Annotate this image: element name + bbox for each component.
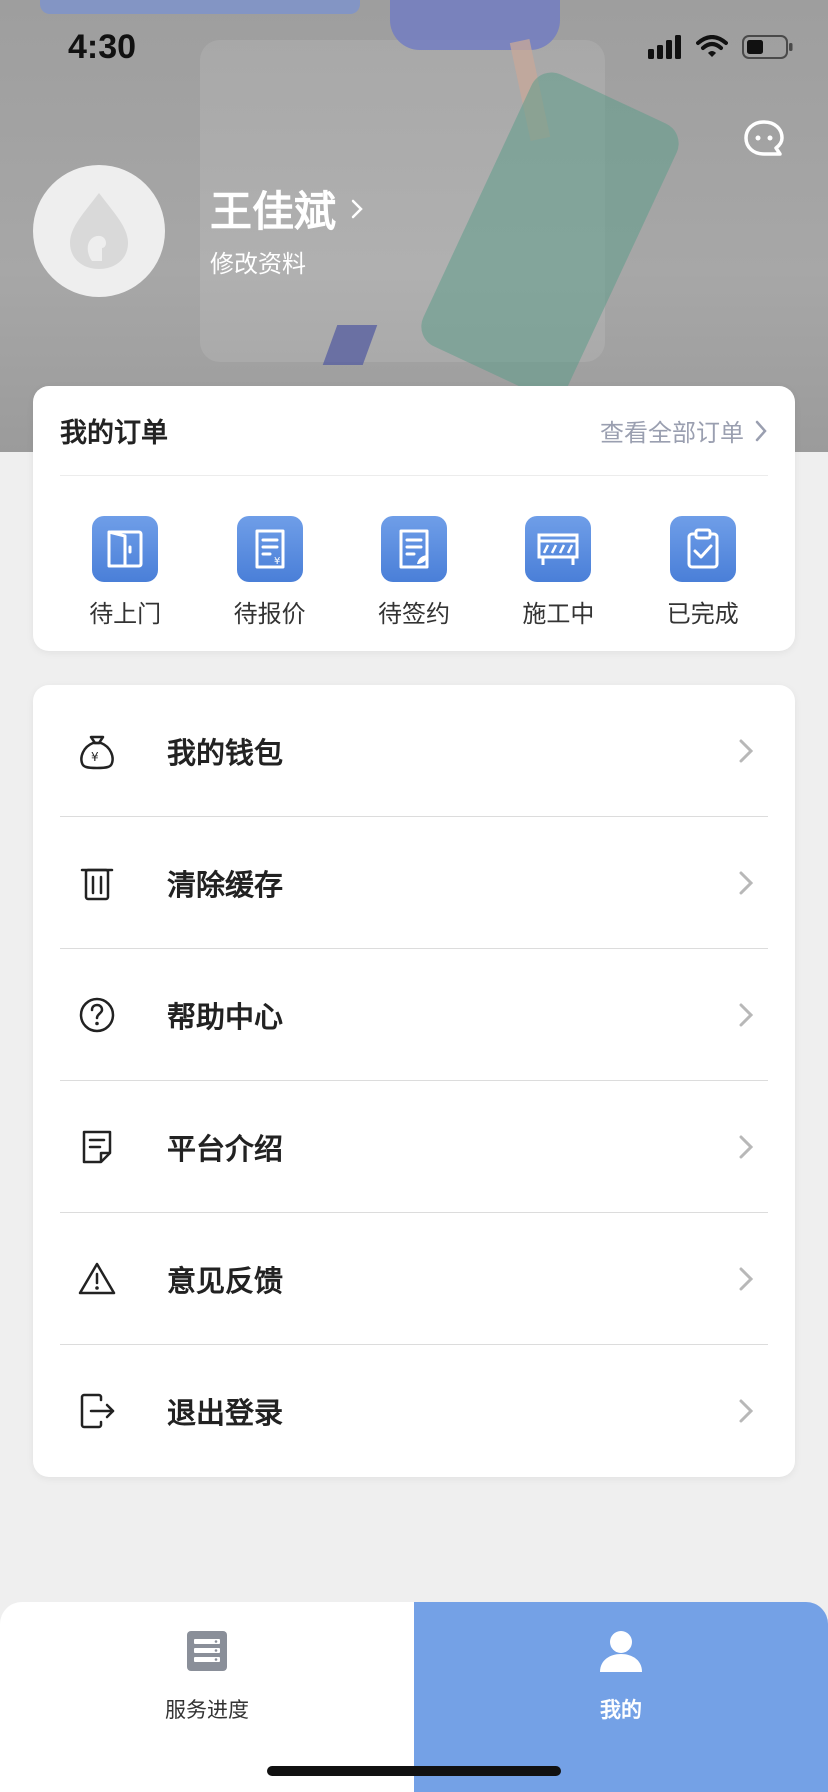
order-status-pending-sign[interactable]: 待签约 [359, 516, 469, 629]
order-status-pending-visit[interactable]: 待上门 [70, 516, 180, 629]
home-indicator [267, 1766, 561, 1776]
menu-item-label: 退出登录 [167, 1396, 284, 1430]
user-icon [598, 1628, 644, 1674]
order-status-label: 待报价 [233, 600, 306, 628]
chat-bubble-icon [744, 120, 784, 156]
order-status-label: 施工中 [522, 600, 595, 628]
menu-item-label: 清除缓存 [167, 867, 284, 902]
question-circle-icon [75, 993, 119, 1037]
wifi-icon [696, 35, 728, 57]
svg-text:¥: ¥ [91, 750, 99, 764]
user-name-link[interactable]: 王佳斌 [210, 178, 364, 239]
my-orders-card: 我的订单 查看全部订单 待上门 ¥ 待报价 待签约 施工中 已完成 [33, 386, 795, 651]
status-bar: 4:30 [0, 0, 828, 100]
menu-item-logout[interactable]: 退出登录 [60, 1345, 768, 1477]
order-status-list: 待上门 ¥ 待报价 待签约 施工中 已完成 [33, 516, 795, 629]
chevron-right-icon [739, 1135, 754, 1158]
logout-icon [75, 1389, 119, 1433]
chevron-right-icon [351, 199, 363, 218]
profile-header: 4:30 王佳斌 修改资料 [0, 0, 828, 452]
battery-icon [742, 35, 793, 59]
view-all-orders-link[interactable]: 查看全部订单 [600, 413, 768, 448]
menu-item-wallet[interactable]: ¥ 我的钱包 [60, 685, 768, 817]
svg-text:¥: ¥ [274, 556, 280, 567]
menu-item-label: 意见反馈 [167, 1263, 284, 1298]
order-status-label: 待上门 [89, 600, 162, 628]
avatar-placeholder-icon [70, 193, 128, 269]
trash-icon [75, 861, 119, 905]
menu-item-label: 我的钱包 [167, 735, 284, 770]
status-icons [648, 34, 794, 60]
warning-triangle-icon [75, 1257, 119, 1301]
user-name: 王佳斌 [210, 187, 337, 236]
tab-mine[interactable]: 我的 [414, 1602, 828, 1792]
server-list-icon [184, 1628, 230, 1674]
menu-item-platform-intro[interactable]: 平台介绍 [60, 1081, 768, 1213]
chevron-right-icon [739, 1267, 754, 1290]
menu-item-feedback[interactable]: 意见反馈 [60, 1213, 768, 1345]
message-button[interactable] [742, 118, 786, 162]
settings-menu-card: ¥ 我的钱包 清除缓存 帮助中心 平台介绍 意见反馈 退出登录 [33, 685, 795, 1477]
chevron-right-icon [739, 1003, 754, 1026]
menu-item-label: 帮助中心 [167, 999, 284, 1034]
sign-document-icon [380, 516, 447, 582]
menu-item-label: 平台介绍 [167, 1131, 284, 1166]
status-time: 4:30 [68, 28, 137, 66]
chevron-right-icon [739, 871, 754, 894]
chevron-right-icon [739, 739, 754, 762]
avatar[interactable] [33, 165, 165, 297]
menu-item-clear-cache[interactable]: 清除缓存 [60, 817, 768, 949]
orders-title: 我的订单 [60, 418, 168, 449]
door-icon [92, 516, 159, 582]
quote-document-icon: ¥ [236, 516, 303, 582]
chevron-right-icon [755, 420, 767, 441]
clipboard-check-icon [669, 516, 736, 582]
signal-icon [648, 35, 681, 59]
order-status-pending-quote[interactable]: ¥ 待报价 [215, 516, 325, 629]
order-status-completed[interactable]: 已完成 [648, 516, 758, 629]
order-status-label: 已完成 [666, 600, 739, 628]
tab-label: 服务进度 [165, 1698, 249, 1722]
tab-label: 我的 [600, 1698, 642, 1722]
view-all-orders-label: 查看全部订单 [600, 419, 744, 447]
edit-profile-link[interactable]: 修改资料 [210, 244, 306, 279]
tab-service-progress[interactable]: 服务进度 [0, 1602, 414, 1792]
menu-item-help-center[interactable]: 帮助中心 [60, 949, 768, 1081]
wallet-bag-icon: ¥ [75, 729, 119, 773]
construction-barrier-icon [525, 516, 592, 582]
orders-header: 我的订单 查看全部订单 [60, 386, 768, 476]
bottom-tab-bar: 服务进度 我的 [0, 1602, 828, 1792]
profile-page: 4:30 王佳斌 修改资料 我的订单 查看全部订单 待上门 ¥ 待报价 待签约 … [0, 0, 828, 1792]
order-status-in-progress[interactable]: 施工中 [503, 516, 613, 629]
order-status-label: 待签约 [377, 600, 450, 628]
chevron-right-icon [739, 1399, 754, 1423]
note-icon [75, 1125, 119, 1169]
